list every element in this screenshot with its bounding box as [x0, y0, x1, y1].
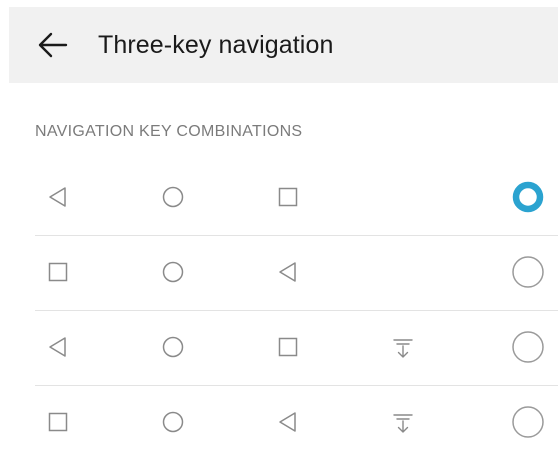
radio-unselected[interactable]	[511, 405, 545, 439]
recents-icon	[43, 407, 73, 437]
option-row-1[interactable]	[35, 160, 558, 235]
radio-selected[interactable]	[511, 180, 545, 214]
recents-icon	[273, 332, 303, 362]
page-title: Three-key navigation	[98, 31, 334, 59]
arrow-left-icon	[38, 32, 68, 58]
radio-unselected[interactable]	[511, 330, 545, 364]
home-icon	[158, 332, 188, 362]
back-button[interactable]	[34, 29, 74, 61]
home-icon	[158, 257, 188, 287]
notification-pull-down-icon	[388, 407, 418, 437]
option-row-2[interactable]	[35, 235, 558, 310]
section-header: NAVIGATION KEY COMBINATIONS	[35, 123, 303, 140]
home-icon	[158, 407, 188, 437]
notification-pull-down-icon	[388, 332, 418, 362]
option-row-3[interactable]	[35, 310, 558, 385]
recents-icon	[43, 257, 73, 287]
option-row-4[interactable]	[35, 385, 558, 460]
back-icon	[273, 407, 303, 437]
back-icon	[273, 257, 303, 287]
radio-unselected[interactable]	[511, 255, 545, 289]
top-app-bar: Three-key navigation	[9, 7, 558, 83]
home-icon	[158, 182, 188, 212]
back-icon	[43, 182, 73, 212]
recents-icon	[273, 182, 303, 212]
back-icon	[43, 332, 73, 362]
